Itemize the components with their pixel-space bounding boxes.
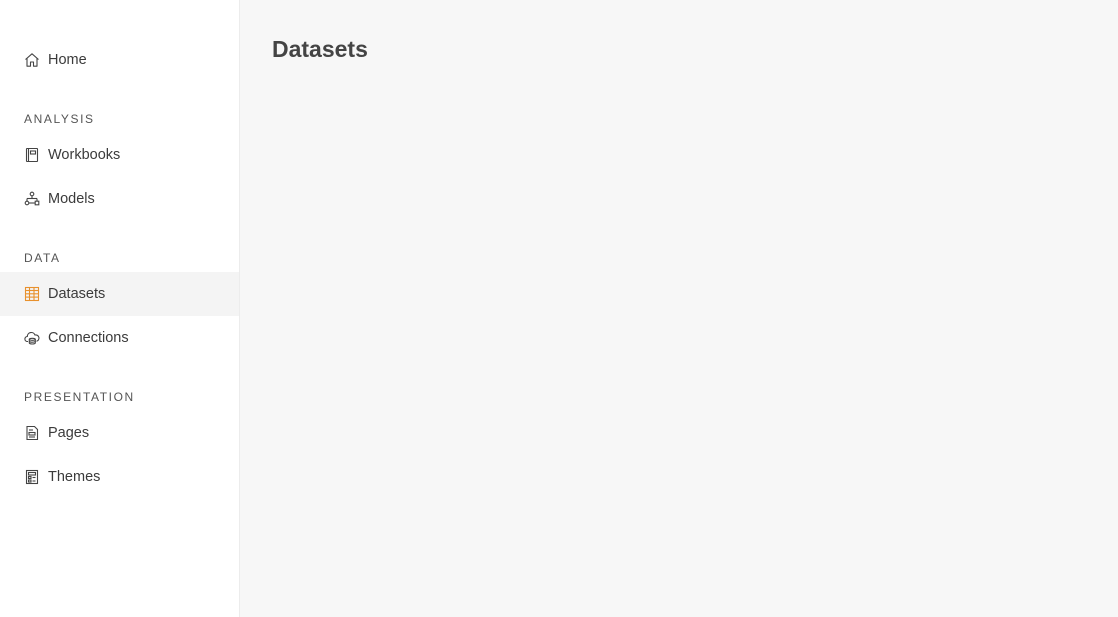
app-shell: Home ANALYSIS Workbooks Models DATA Data…: [0, 0, 1118, 617]
sidebar-item-themes[interactable]: Themes: [0, 455, 239, 499]
sidebar-item-label: Models: [48, 191, 95, 207]
main-content: Datasets: [240, 0, 1118, 617]
sidebar-item-label: Pages: [48, 425, 90, 441]
sidebar-item-datasets[interactable]: Datasets: [0, 272, 239, 316]
section-label-data: DATA: [24, 251, 61, 265]
model-icon: [24, 191, 40, 207]
theme-icon: [24, 469, 40, 485]
section-label-analysis: ANALYSIS: [24, 112, 95, 126]
home-icon: [24, 52, 40, 68]
sidebar-item-home[interactable]: Home: [0, 38, 239, 82]
connection-icon: [24, 330, 40, 346]
sidebar-item-label: Workbooks: [48, 147, 121, 163]
sidebar-item-label: Home: [48, 52, 87, 68]
sidebar-item-models[interactable]: Models: [0, 177, 239, 221]
section-label-presentation: PRESENTATION: [24, 390, 135, 404]
page-icon: [24, 425, 40, 441]
sidebar-item-pages[interactable]: Pages: [0, 411, 239, 455]
page-title: Datasets: [272, 36, 368, 62]
sidebar-item-label: Datasets: [48, 286, 106, 302]
sidebar-item-workbooks[interactable]: Workbooks: [0, 133, 239, 177]
sidebar: Home ANALYSIS Workbooks Models DATA Data…: [0, 0, 240, 617]
sidebar-item-label: Themes: [48, 469, 101, 485]
workbook-icon: [24, 147, 40, 163]
sidebar-item-connections[interactable]: Connections: [0, 316, 239, 360]
sidebar-item-label: Connections: [48, 330, 129, 346]
dataset-icon: [24, 286, 40, 302]
